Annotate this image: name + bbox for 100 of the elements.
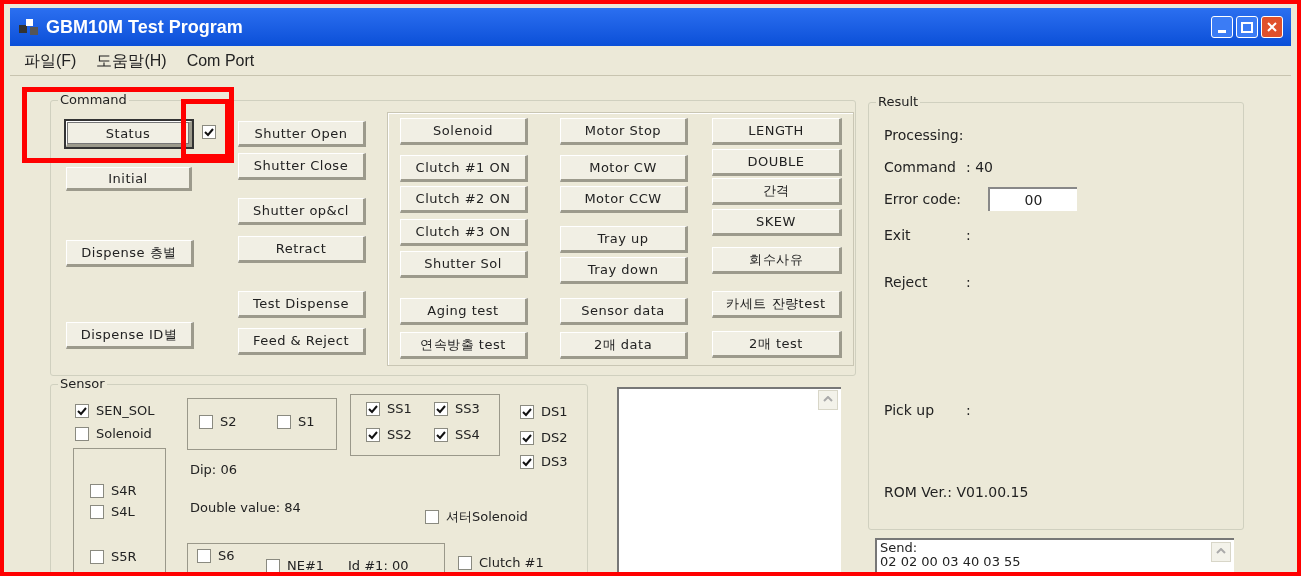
- command-button[interactable]: Solenoid: [400, 118, 528, 145]
- checkbox-label: Solenoid: [96, 427, 152, 441]
- checkbox[interactable]: [434, 428, 448, 442]
- result-label: Error code:: [884, 190, 962, 209]
- command-button[interactable]: Tray down: [560, 257, 688, 284]
- checkbox[interactable]: [202, 125, 216, 139]
- close-button[interactable]: [1261, 16, 1283, 38]
- checkbox[interactable]: [425, 510, 439, 524]
- checkbox[interactable]: [458, 556, 472, 570]
- checkbox[interactable]: [90, 484, 104, 498]
- command-button[interactable]: DOUBLE: [712, 149, 842, 176]
- command-button[interactable]: Status: [66, 121, 192, 147]
- command-button[interactable]: Shutter Open: [238, 121, 366, 147]
- command-button[interactable]: Clutch #1 ON: [400, 155, 528, 182]
- check-icon: [368, 430, 378, 440]
- check-icon: [522, 433, 532, 443]
- result-label: Command: [884, 158, 956, 177]
- checkbox-label: DS1: [541, 405, 568, 419]
- checkbox[interactable]: [520, 405, 534, 419]
- command-button[interactable]: Motor CCW: [560, 186, 688, 213]
- result-value: :: [966, 401, 971, 420]
- command-button[interactable]: Clutch #2 ON: [400, 186, 528, 213]
- command-button[interactable]: Retract: [238, 236, 366, 263]
- result-label: ROM Ver.: V01.00.15: [884, 483, 1029, 502]
- app-icon: [18, 17, 40, 37]
- group-title: Result: [876, 95, 921, 108]
- checkbox[interactable]: [520, 431, 534, 445]
- checkbox-label: SS4: [455, 428, 480, 442]
- command-button[interactable]: SKEW: [712, 209, 842, 236]
- checkbox-label: S2: [220, 415, 237, 429]
- window-title: GBM10M Test Program: [46, 15, 243, 39]
- command-button[interactable]: Initial: [66, 167, 192, 191]
- command-button[interactable]: Sensor data: [560, 298, 688, 325]
- command-button[interactable]: Test Dispense: [238, 291, 366, 318]
- checkbox-label: DS3: [541, 455, 568, 469]
- command-button[interactable]: Tray up: [560, 226, 688, 253]
- checkbox[interactable]: [366, 402, 380, 416]
- checkbox[interactable]: [266, 559, 280, 572]
- result-value: : 40: [966, 158, 993, 177]
- check-icon: [204, 127, 214, 137]
- command-button[interactable]: LENGTH: [712, 118, 842, 145]
- result-label: Pick up: [884, 401, 935, 420]
- checkbox-label: SS2: [387, 428, 412, 442]
- log-line: 02 02 00 03 40 03 55: [880, 555, 1022, 569]
- menu-item[interactable]: 도움말(H): [96, 48, 167, 73]
- result-value: :: [966, 226, 971, 245]
- checkbox[interactable]: [75, 404, 89, 418]
- list-box[interactable]: [617, 387, 841, 572]
- result-value: :: [966, 273, 971, 292]
- maximize-button[interactable]: [1236, 16, 1258, 38]
- checkbox-label: S5R: [111, 550, 137, 564]
- log-line: Send:: [880, 541, 919, 555]
- command-button[interactable]: Shutter Close: [238, 153, 366, 180]
- checkbox[interactable]: [520, 455, 534, 469]
- group-title: Sensor: [58, 377, 107, 390]
- error-code-field[interactable]: 00: [988, 187, 1077, 211]
- checkbox-label: DS2: [541, 431, 568, 445]
- result-label: Reject: [884, 273, 928, 292]
- checkbox[interactable]: [197, 549, 211, 563]
- command-button[interactable]: 간격: [712, 178, 842, 205]
- menu-item[interactable]: Com Port: [186, 48, 255, 73]
- checkbox-label: S1: [298, 415, 315, 429]
- checkbox-label: Clutch #1: [479, 556, 544, 570]
- maximize-icon: [1241, 21, 1253, 33]
- command-button[interactable]: 2매 data: [560, 332, 688, 359]
- close-icon: [1267, 22, 1277, 32]
- menu-item[interactable]: 파일(F): [24, 48, 77, 73]
- group-title: Command: [58, 93, 129, 106]
- scroll-up-button[interactable]: [818, 390, 838, 410]
- command-button[interactable]: Motor Stop: [560, 118, 688, 145]
- command-button[interactable]: Dispense ID별: [66, 322, 194, 349]
- result-label: Processing:: [884, 126, 964, 145]
- command-button[interactable]: Shutter Sol: [400, 251, 528, 278]
- checkbox[interactable]: [75, 427, 89, 441]
- checkbox-label: S4L: [111, 505, 135, 519]
- command-button[interactable]: Feed & Reject: [238, 328, 366, 355]
- command-button[interactable]: Dispense 층별: [66, 240, 194, 267]
- checkbox[interactable]: [90, 550, 104, 564]
- minimize-button[interactable]: [1211, 16, 1233, 38]
- check-icon: [522, 457, 532, 467]
- command-button[interactable]: Motor CW: [560, 155, 688, 182]
- checkbox[interactable]: [366, 428, 380, 442]
- check-icon: [522, 407, 532, 417]
- command-button[interactable]: Shutter op&cl: [238, 198, 366, 225]
- checkbox[interactable]: [277, 415, 291, 429]
- minimize-icon: [1218, 30, 1226, 33]
- checkbox[interactable]: [90, 505, 104, 519]
- command-button[interactable]: Aging test: [400, 298, 528, 325]
- checkbox-label: 셔터Solenoid: [446, 510, 528, 524]
- checkbox[interactable]: [199, 415, 213, 429]
- scroll-up-button[interactable]: [1211, 542, 1231, 562]
- checkbox[interactable]: [434, 402, 448, 416]
- result-label: Exit: [884, 226, 911, 245]
- command-button[interactable]: 2매 test: [712, 331, 842, 358]
- checkbox-label: S6: [218, 549, 235, 563]
- command-button[interactable]: 회수사유: [712, 247, 842, 274]
- check-icon: [368, 404, 378, 414]
- command-button[interactable]: 카세트 잔량test: [712, 291, 842, 318]
- command-button[interactable]: Clutch #3 ON: [400, 219, 528, 246]
- command-button[interactable]: 연속방출 test: [400, 332, 528, 359]
